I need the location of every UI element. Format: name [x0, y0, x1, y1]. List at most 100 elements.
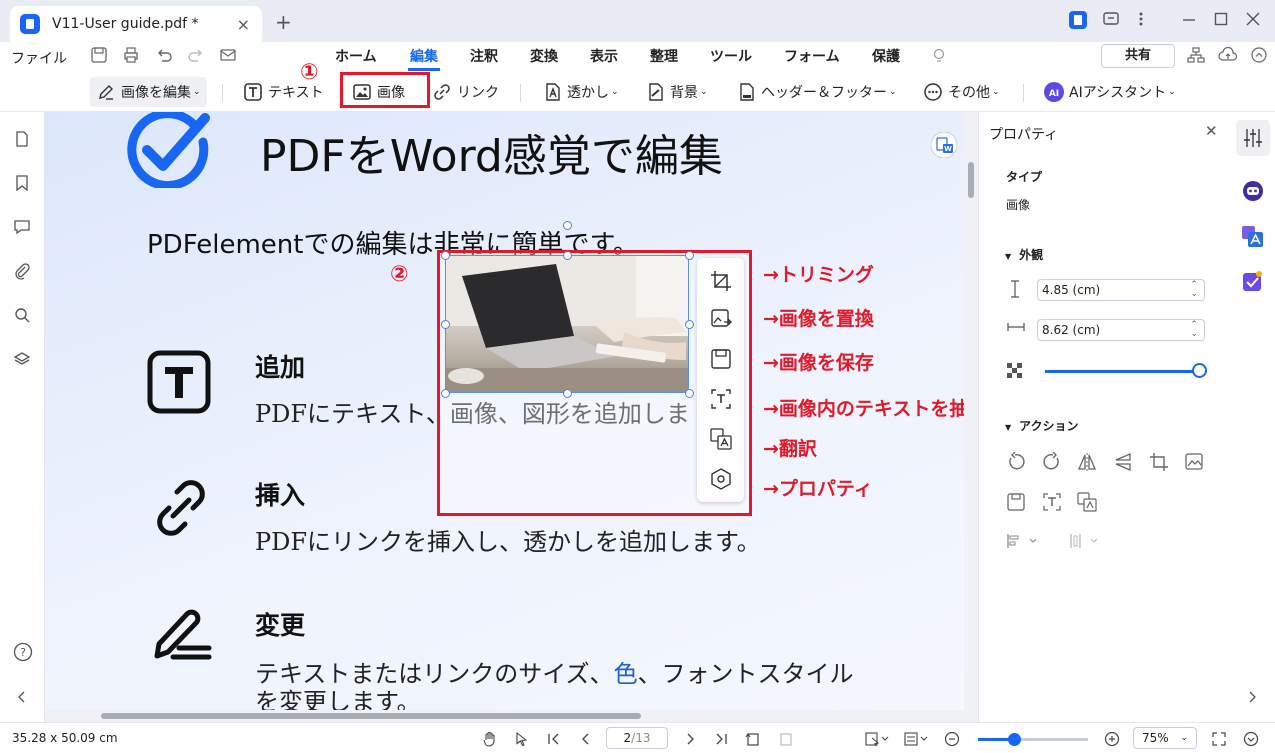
vertical-scrollbar[interactable] — [964, 112, 978, 710]
hand-tool-icon[interactable] — [482, 731, 498, 747]
ai-robot-icon[interactable] — [1242, 180, 1264, 202]
selected-laptop-photo[interactable] — [445, 255, 689, 393]
fit-selection-icon[interactable] — [864, 731, 890, 747]
zoom-out-icon[interactable] — [944, 731, 960, 747]
full-screen-icon[interactable] — [1211, 731, 1227, 747]
zoom-slider[interactable] — [978, 733, 1088, 746]
distribute-icon[interactable] — [1069, 532, 1101, 550]
close-panel-icon[interactable]: ✕ — [1205, 122, 1218, 140]
last-page-icon[interactable] — [713, 731, 729, 747]
tab-convert[interactable]: 変換 — [530, 46, 558, 66]
save-image-icon[interactable] — [710, 348, 732, 370]
tab-edit[interactable]: 編集 — [410, 46, 438, 66]
translate-icon[interactable] — [710, 428, 732, 450]
zoom-slider-knob[interactable] — [1008, 733, 1022, 746]
rotate-left-icon[interactable] — [1006, 452, 1026, 472]
tab-form[interactable]: フォーム — [784, 46, 840, 66]
collapse-ribbon-icon[interactable] — [1250, 46, 1268, 64]
add-link-button[interactable]: リンク — [432, 77, 499, 107]
appearance-section-header[interactable]: ▼ 外観 — [1005, 246, 1043, 263]
actions-section-header[interactable]: ▼ アクション — [1005, 417, 1079, 434]
comment-icon[interactable] — [13, 218, 31, 236]
network-share-icon[interactable] — [1187, 46, 1205, 64]
rotate-handle[interactable] — [563, 221, 572, 230]
tab-tools[interactable]: ツール — [710, 46, 752, 66]
file-menu[interactable]: ファイル — [11, 48, 67, 68]
save-icon[interactable] — [90, 46, 108, 64]
resize-handle-top-left[interactable] — [441, 251, 450, 260]
page-number-field[interactable]: 2/13 — [606, 727, 668, 749]
undo-icon[interactable] — [155, 46, 173, 64]
resize-handle-left[interactable] — [441, 320, 450, 329]
opacity-slider-track[interactable] — [1045, 370, 1199, 373]
resize-handle-bottom-right[interactable] — [685, 389, 694, 398]
ai-translate-icon[interactable] — [1242, 226, 1264, 248]
horizontal-scroll-thumb[interactable] — [101, 713, 641, 719]
resize-handle-right[interactable] — [685, 320, 694, 329]
more-menu-icon[interactable] — [1136, 10, 1146, 28]
convert-to-word-icon[interactable]: W — [931, 132, 957, 158]
resize-handle-top-right[interactable] — [685, 251, 694, 260]
replace-panel-icon[interactable] — [1185, 452, 1205, 472]
crop-panel-icon[interactable] — [1149, 452, 1169, 472]
rotate-right-icon[interactable] — [1042, 452, 1062, 472]
lightbulb-icon[interactable] — [930, 46, 948, 64]
tab-comment[interactable]: 注釈 — [470, 46, 498, 66]
more-tools-button[interactable]: その他 ⌄ — [923, 77, 1000, 107]
collapse-right-icon[interactable] — [1247, 690, 1259, 704]
edit-image-button[interactable]: 画像を編集 ⌄ — [90, 77, 207, 107]
previous-page-icon[interactable] — [578, 731, 594, 747]
header-footer-button[interactable]: ヘッダー＆フッター ⌄ — [736, 77, 897, 107]
save-panel-icon[interactable] — [1006, 492, 1026, 512]
email-icon[interactable] — [219, 46, 237, 64]
tab-protect[interactable]: 保護 — [872, 46, 900, 66]
redo-icon[interactable] — [187, 46, 205, 64]
minimize-icon[interactable] — [1182, 10, 1196, 28]
watermark-button[interactable]: 透かし ⌄ — [542, 77, 619, 107]
ai-check-icon[interactable] — [1242, 270, 1264, 292]
maximize-icon[interactable] — [1214, 10, 1228, 28]
select-tool-icon[interactable] — [514, 731, 530, 747]
close-tab-icon[interactable]: × — [237, 15, 250, 34]
attachment-icon[interactable] — [13, 262, 31, 280]
height-input[interactable]: 4.85 (cm) ⌃ ⌄ — [1037, 279, 1205, 301]
width-input[interactable]: 8.62 (cm) ⌃ ⌄ — [1037, 319, 1205, 341]
help-icon[interactable]: ? — [13, 642, 33, 662]
extract-text-panel-icon[interactable] — [1042, 492, 1062, 512]
extract-text-icon[interactable] — [710, 388, 732, 410]
close-window-icon[interactable] — [1246, 10, 1260, 28]
feedback-icon[interactable] — [1102, 10, 1120, 28]
height-stepper-icon[interactable]: ⌃ ⌄ — [1190, 281, 1198, 299]
collapse-left-icon[interactable] — [13, 690, 31, 704]
ai-assistant-button[interactable]: AI AIアシスタント ⌄ — [1044, 77, 1176, 107]
crop-icon[interactable] — [710, 270, 732, 292]
tab-home[interactable]: ホーム — [335, 46, 377, 66]
tab-view[interactable]: 表示 — [590, 46, 618, 66]
rotate-page-icon[interactable] — [745, 731, 761, 747]
image-properties-icon[interactable] — [710, 468, 732, 490]
print-icon[interactable] — [122, 46, 140, 64]
replace-image-icon[interactable] — [710, 308, 732, 330]
resize-handle-top[interactable] — [563, 251, 572, 260]
cloud-upload-icon[interactable] — [1218, 46, 1238, 64]
layers-icon[interactable] — [13, 350, 31, 368]
background-button[interactable]: 背景 ⌄ — [645, 77, 708, 107]
translate-panel-icon[interactable] — [1077, 492, 1097, 512]
app-logo-icon[interactable] — [1068, 10, 1088, 30]
expand-status-icon[interactable] — [1243, 731, 1259, 747]
first-page-icon[interactable] — [546, 731, 562, 747]
tab-organize[interactable]: 整理 — [650, 46, 678, 66]
align-left-icon[interactable] — [1006, 532, 1038, 550]
resize-handle-bottom-left[interactable] — [441, 389, 450, 398]
flip-vertical-icon[interactable] — [1113, 452, 1133, 472]
search-icon[interactable] — [13, 306, 31, 324]
horizontal-scrollbar[interactable] — [45, 710, 978, 722]
vertical-scroll-thumb[interactable] — [968, 162, 974, 198]
page-copy-icon[interactable] — [778, 731, 794, 747]
properties-panel-toggle[interactable] — [1236, 120, 1270, 156]
share-button[interactable]: 共有 — [1101, 44, 1175, 68]
page-thumbnail-icon[interactable] — [13, 130, 31, 148]
resize-handle-bottom[interactable] — [563, 389, 572, 398]
flip-horizontal-icon[interactable] — [1077, 452, 1097, 472]
page-layout-icon[interactable] — [903, 731, 929, 747]
